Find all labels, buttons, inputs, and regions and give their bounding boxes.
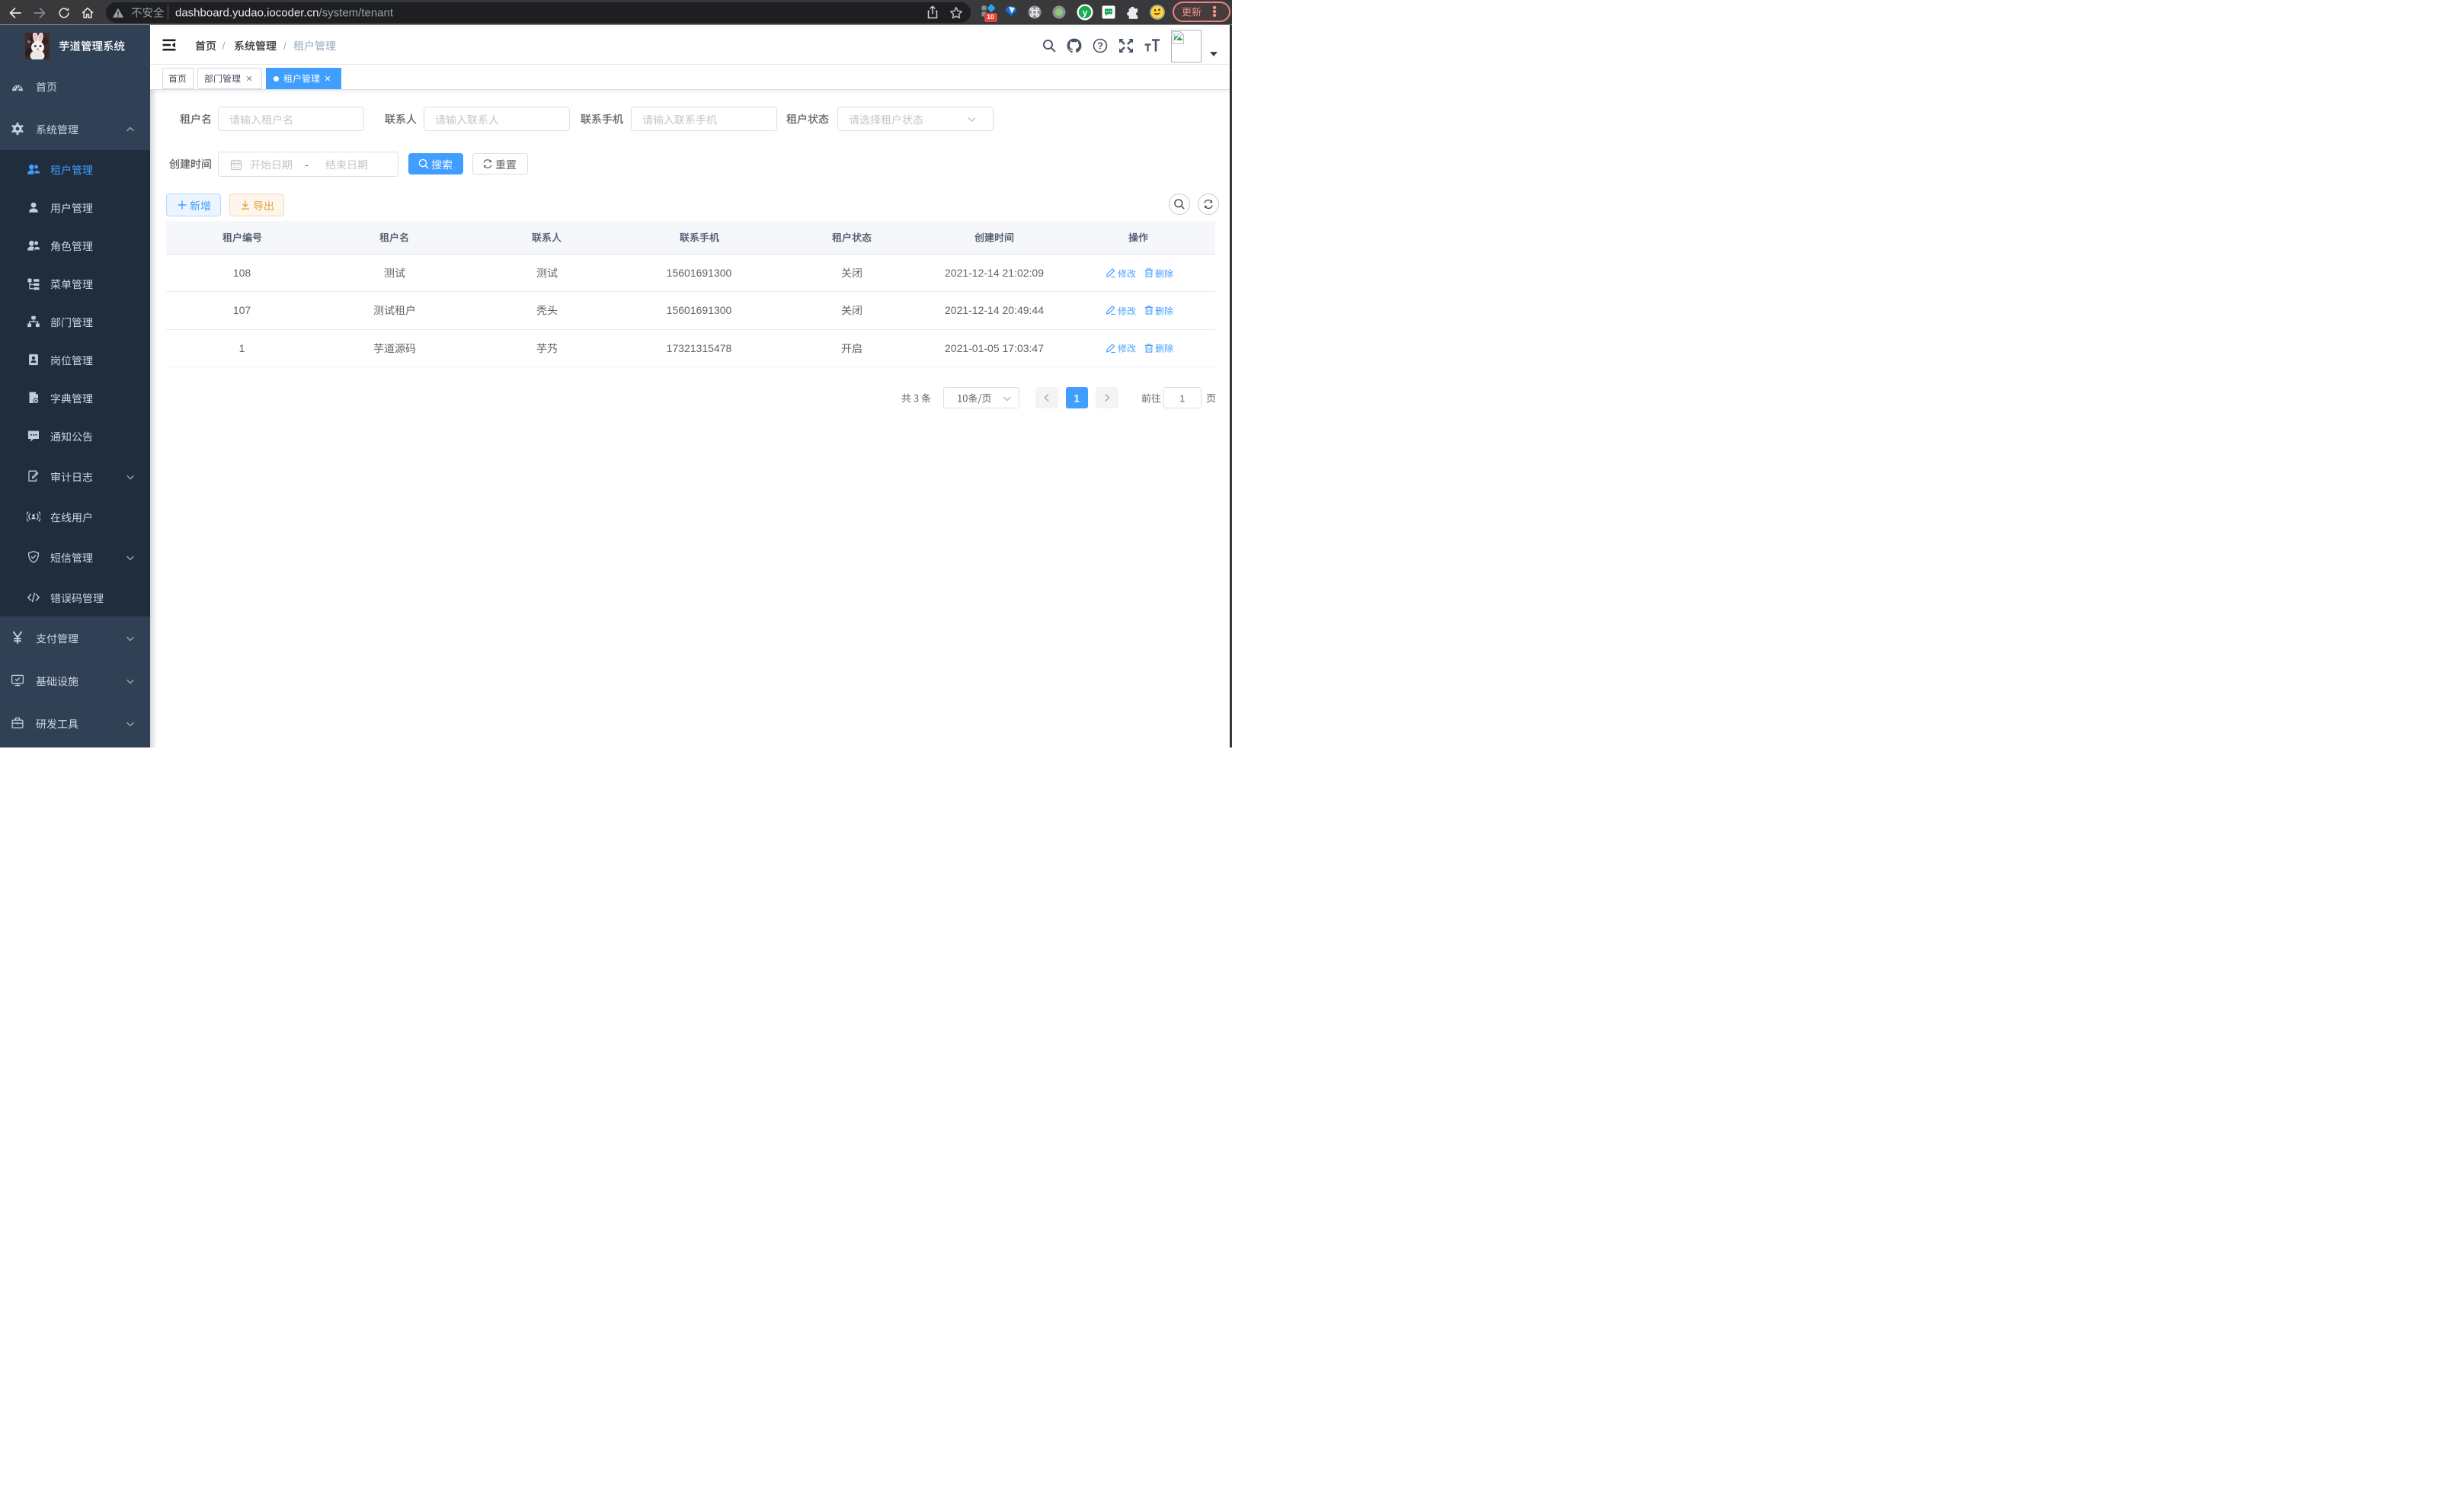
svg-text:y: y — [1083, 7, 1088, 18]
svg-text:?: ? — [1097, 40, 1103, 52]
